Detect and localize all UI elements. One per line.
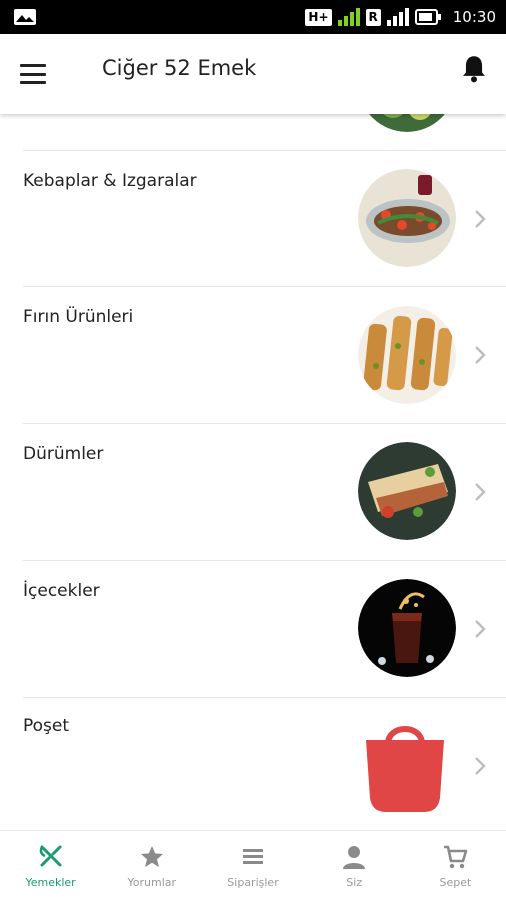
list-item-icecekler[interactable]: İçecekler xyxy=(0,561,506,697)
chevron-right-icon xyxy=(475,210,486,228)
status-bar: H+ R 10:30 xyxy=(0,0,506,34)
chevron-right-icon xyxy=(475,620,486,638)
tab-label: Yorumlar xyxy=(127,876,177,889)
cart-icon xyxy=(444,845,468,869)
list-item-partial[interactable] xyxy=(0,114,506,150)
battery-icon xyxy=(414,9,441,25)
salad-thumbnail xyxy=(369,114,445,132)
chevron-right-icon xyxy=(475,346,486,364)
gallery-notification-icon xyxy=(14,9,36,25)
durum-thumbnail xyxy=(358,442,456,540)
page-title: Ciğer 52 Emek xyxy=(102,56,257,80)
list-item-durumler[interactable]: Dürümler xyxy=(0,424,506,560)
list-icon xyxy=(243,849,263,864)
tab-yorumlar[interactable]: Yorumlar xyxy=(101,831,202,900)
fork-knife-icon xyxy=(39,845,62,867)
network-type-badge: H+ xyxy=(305,8,332,26)
bell-icon[interactable] xyxy=(460,54,488,84)
kebab-thumbnail xyxy=(358,169,456,267)
chevron-right-icon xyxy=(475,483,486,501)
tab-label: Siz xyxy=(346,876,363,889)
bag-thumbnail xyxy=(366,726,444,812)
list-item-poset[interactable]: Poşet xyxy=(0,698,506,830)
tab-siparisler[interactable]: Siparişler xyxy=(202,831,303,900)
list-item-kebaplar[interactable]: Kebaplar & Izgaralar xyxy=(0,151,506,287)
tab-siz[interactable]: Siz xyxy=(304,831,405,900)
list-item-label: Poşet xyxy=(23,716,70,736)
tab-label: Yemekler xyxy=(25,876,76,889)
star-icon xyxy=(140,846,163,867)
list-item-label: Fırın Ürünleri xyxy=(23,307,134,327)
list-item-label: İçecekler xyxy=(23,581,100,601)
tab-label: Sepet xyxy=(439,876,472,889)
person-icon xyxy=(343,846,366,869)
tab-label: Siparişler xyxy=(227,876,279,889)
tab-sepet[interactable]: Sepet xyxy=(405,831,506,900)
list-item-label: Kebaplar & Izgaralar xyxy=(23,171,197,191)
signal-2-icon xyxy=(386,8,409,26)
chevron-right-icon xyxy=(475,757,486,775)
signal-icon xyxy=(337,8,360,26)
bottom-navigation: Yemekler Yorumlar Siparişler Siz Sepet xyxy=(0,830,506,900)
category-list: Kebaplar & Izgaralar Fırın Ürünleri Dürü… xyxy=(0,114,506,830)
drink-thumbnail xyxy=(358,579,456,677)
list-item-label: Dürümler xyxy=(23,444,104,464)
app-bar: Ciğer 52 Emek xyxy=(0,34,506,114)
clock: 10:30 xyxy=(452,8,496,26)
roaming-badge: R xyxy=(365,8,381,26)
pide-thumbnail xyxy=(358,306,456,404)
hamburger-menu-icon[interactable] xyxy=(18,60,48,88)
tab-yemekler[interactable]: Yemekler xyxy=(0,831,101,900)
list-item-firin-urunleri[interactable]: Fırın Ürünleri xyxy=(0,287,506,423)
